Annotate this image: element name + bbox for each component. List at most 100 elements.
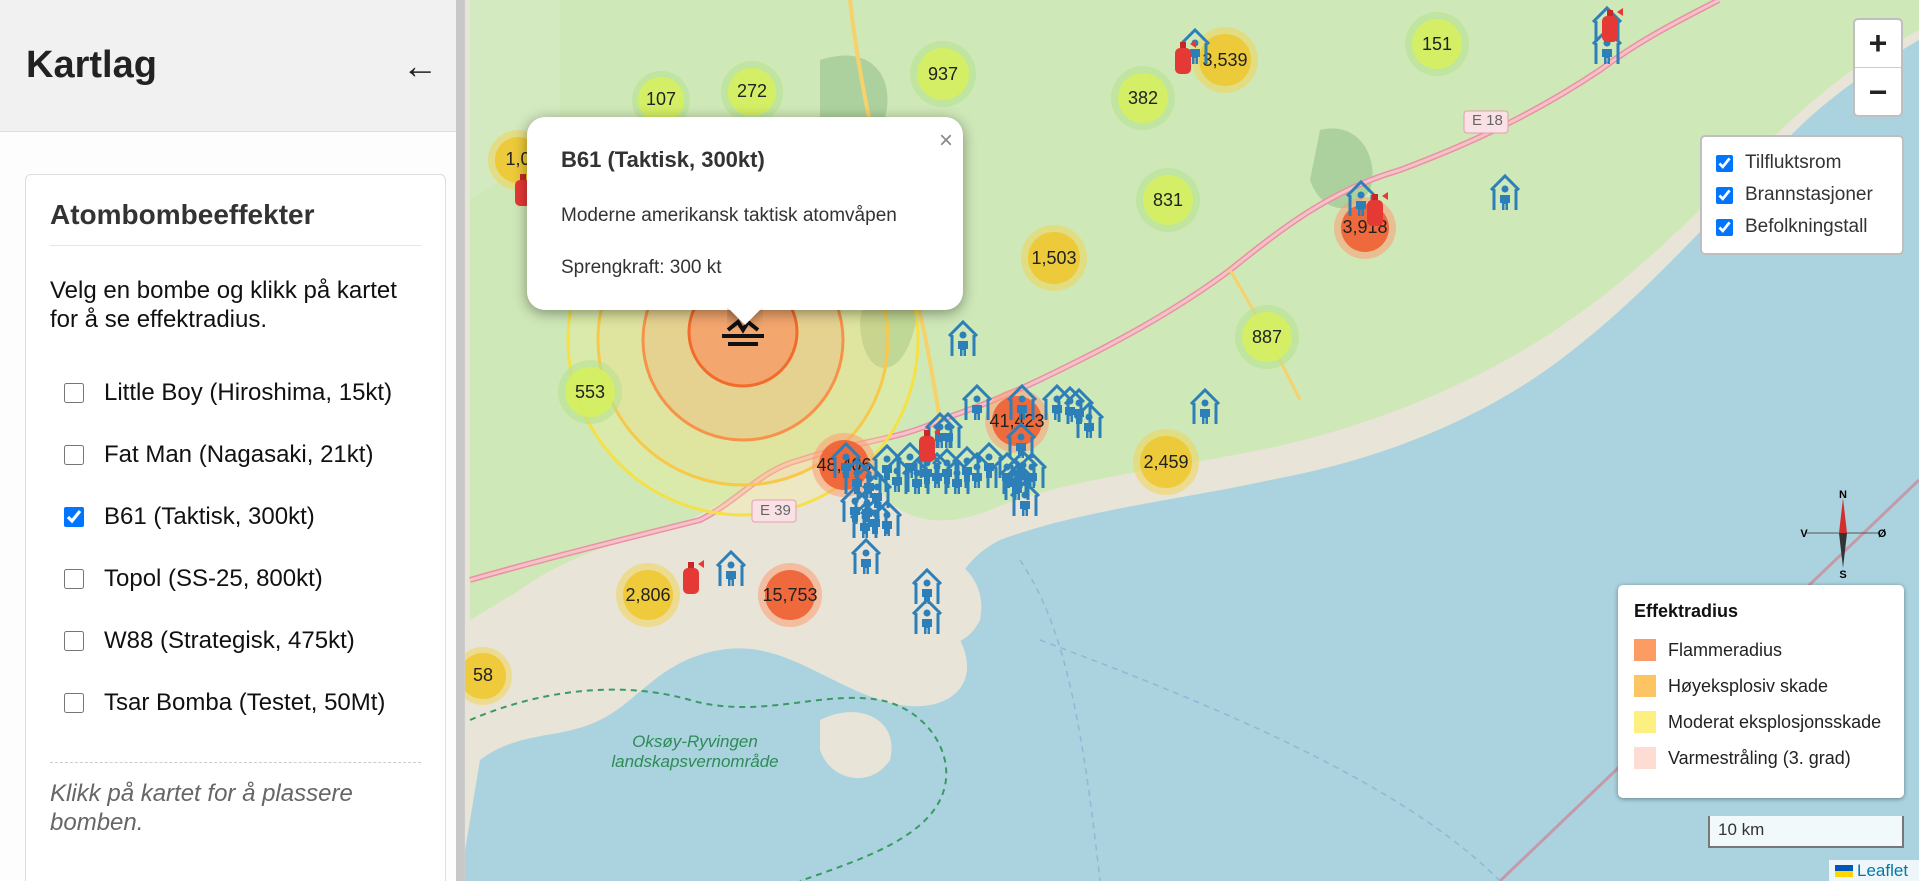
bomb-checkbox[interactable]: [64, 507, 84, 527]
legend-title: Effektradius: [1634, 601, 1739, 621]
bomb-label: Topol (SS-25, 800kt): [104, 565, 323, 592]
shelter-marker-icon[interactable]: [1188, 386, 1222, 426]
shelter-marker-icon[interactable]: [1072, 400, 1106, 440]
bomb-option[interactable]: Fat Man (Nagasaki, 21kt): [50, 424, 421, 486]
sidebar-scrollbar[interactable]: [456, 0, 464, 881]
cluster-count: 2,459: [1140, 436, 1192, 488]
bomb-checkbox[interactable]: [64, 569, 84, 589]
popup-description: Moderne amerikansk taktisk atomvåpen: [561, 205, 897, 226]
shelter-marker-icon[interactable]: [998, 456, 1032, 496]
population-cluster[interactable]: 2,459: [1133, 429, 1199, 495]
popup-close-icon[interactable]: ×: [939, 127, 953, 155]
legend-item: Varmestråling (3. grad): [1634, 740, 1888, 776]
population-cluster[interactable]: 15,753: [758, 563, 822, 627]
shelter-marker-icon[interactable]: [946, 318, 980, 358]
population-cluster[interactable]: 937: [910, 41, 976, 107]
fire-station-icon[interactable]: [1170, 36, 1200, 76]
divider: [50, 762, 421, 763]
bomb-label: Tsar Bomba (Testet, 50Mt): [104, 689, 386, 716]
compass-icon: N S V Ø: [1800, 489, 1886, 578]
attribution-link[interactable]: Leaflet: [1857, 861, 1908, 881]
cluster-count: 58: [460, 653, 506, 699]
sidebar: Kartlag ← Atombombeeffekter Velg en bomb…: [0, 0, 465, 881]
layer-checkbox[interactable]: [1716, 218, 1733, 236]
bomb-list: Little Boy (Hiroshima, 15kt) Fat Man (Nag…: [50, 362, 421, 734]
layer-label: Tilfluktsrom: [1745, 152, 1842, 173]
fire-station-icon[interactable]: [1362, 188, 1392, 228]
bomb-popup: × B61 (Taktisk, 300kt) Moderne amerikans…: [527, 117, 963, 325]
cluster-count: 272: [727, 67, 777, 117]
popup-tip: [727, 308, 763, 328]
bomb-option[interactable]: Little Boy (Hiroshima, 15kt): [50, 362, 421, 424]
legend-label: Flammeradius: [1668, 639, 1783, 660]
cluster-count: 553: [565, 367, 615, 417]
legend-item: Høyeksplosiv skade: [1634, 668, 1888, 704]
bomb-option[interactable]: W88 (Strategisk, 475kt): [50, 610, 421, 672]
zoom-control: + −: [1853, 18, 1903, 117]
sidebar-title: Kartlag: [26, 44, 157, 86]
fire-station-icon[interactable]: [1597, 4, 1627, 44]
bomb-option[interactable]: Tsar Bomba (Testet, 50Mt): [50, 672, 421, 734]
compass-n: N: [1839, 489, 1847, 501]
shelter-marker-icon[interactable]: [910, 596, 944, 636]
legend-item: Moderat eksplosjonsskade: [1634, 704, 1888, 740]
zoom-in-button[interactable]: +: [1855, 20, 1901, 68]
cluster-count: 2,806: [623, 570, 673, 620]
cluster-count: 151: [1412, 19, 1462, 69]
legend-label: Moderat eksplosjonsskade: [1668, 711, 1882, 732]
population-cluster[interactable]: 831: [1136, 168, 1200, 232]
cluster-count: 382: [1118, 73, 1168, 123]
population-cluster[interactable]: 382: [1111, 66, 1175, 130]
legend-swatch: [1634, 747, 1656, 769]
panel-title: Atombombeeffekter: [50, 199, 421, 246]
fire-station-icon[interactable]: [914, 424, 944, 464]
cluster-count: 1,503: [1028, 232, 1080, 284]
cluster-count: 937: [917, 48, 969, 100]
cluster-count: 831: [1143, 175, 1193, 225]
bomb-checkbox[interactable]: [64, 383, 84, 403]
cluster-count: 15,753: [762, 570, 818, 620]
area-label: Oksøy-Ryvingen landskapsvernområde: [611, 732, 779, 771]
attribution[interactable]: Leaflet: [1829, 860, 1919, 881]
cluster-count: 887: [1242, 312, 1292, 362]
zoom-out-button[interactable]: −: [1855, 68, 1901, 116]
layer-option[interactable]: Befolkningstall: [1716, 211, 1888, 243]
shelter-marker-icon[interactable]: [1488, 172, 1522, 212]
bomb-label: Little Boy (Hiroshima, 15kt): [104, 379, 393, 406]
shelter-marker-icon[interactable]: [714, 548, 748, 588]
shelter-marker-icon[interactable]: [849, 536, 883, 576]
bomb-option[interactable]: B61 (Taktisk, 300kt): [50, 486, 421, 548]
legend-swatch: [1634, 639, 1656, 661]
population-cluster[interactable]: 1,503: [1021, 225, 1087, 291]
bomb-checkbox[interactable]: [64, 445, 84, 465]
cluster-count: 107: [638, 77, 684, 123]
population-cluster[interactable]: 553: [558, 360, 622, 424]
fire-station-icon[interactable]: [678, 556, 708, 596]
compass-w: V: [1800, 528, 1808, 540]
legend-item: Flammeradius: [1634, 632, 1888, 668]
shelter-marker-icon[interactable]: [1005, 382, 1039, 422]
panel-intro: Velg en bombe og klikk på kartet for å s…: [50, 277, 397, 333]
population-cluster[interactable]: 2,806: [616, 563, 680, 627]
bomb-label: B61 (Taktisk, 300kt): [104, 503, 315, 530]
layer-checkbox[interactable]: [1716, 186, 1733, 204]
effect-legend: Effektradius Flammeradius Høyeksplosiv sk…: [1618, 585, 1904, 798]
shelter-marker-icon[interactable]: [870, 498, 904, 538]
shelter-marker-icon[interactable]: [960, 382, 994, 422]
layer-option[interactable]: Tilfluktsrom: [1716, 147, 1888, 179]
population-cluster[interactable]: 887: [1235, 305, 1299, 369]
back-arrow-icon[interactable]: ←: [402, 45, 438, 87]
layer-option[interactable]: Brannstasjoner: [1716, 179, 1888, 211]
sidebar-header: Kartlag ←: [0, 0, 464, 132]
layer-label: Brannstasjoner: [1745, 184, 1873, 205]
road-label-e18: E 18: [1472, 112, 1503, 129]
bomb-checkbox[interactable]: [64, 693, 84, 713]
population-cluster[interactable]: 151: [1405, 12, 1469, 76]
bomb-checkbox[interactable]: [64, 631, 84, 651]
layer-checkbox[interactable]: [1716, 154, 1733, 172]
compass-s: S: [1839, 569, 1846, 578]
legend-label: Høyeksplosiv skade: [1668, 675, 1829, 696]
layer-control: Tilfluktsrom Brannstasjoner Befolkningstal…: [1700, 135, 1904, 255]
population-cluster[interactable]: 272: [721, 61, 783, 123]
bomb-option[interactable]: Topol (SS-25, 800kt): [50, 548, 421, 610]
